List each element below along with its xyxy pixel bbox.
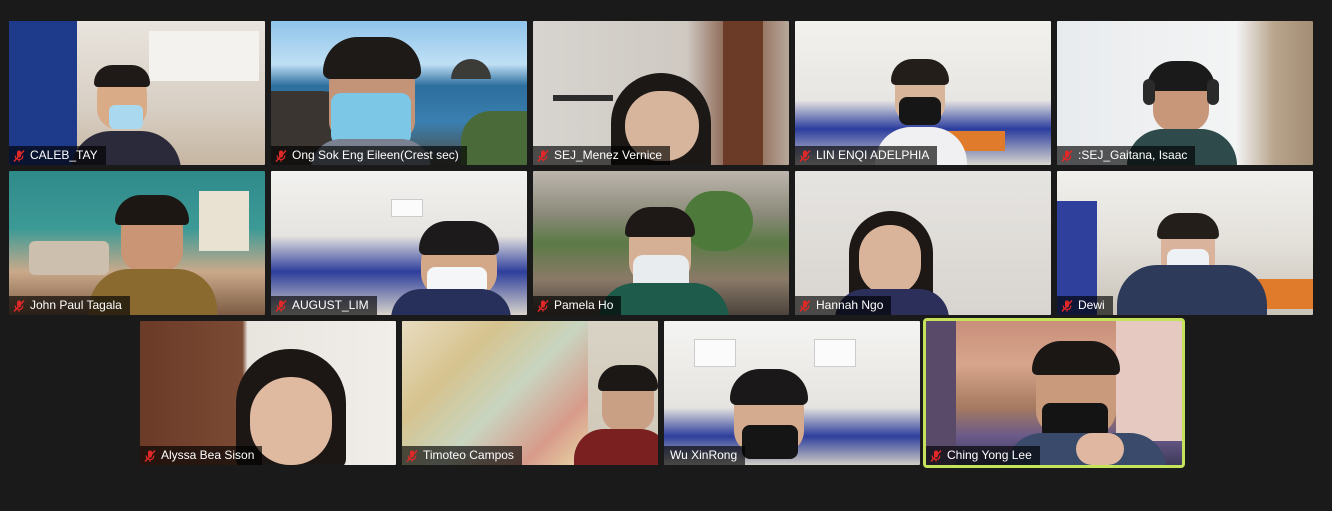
video-feed [271,171,527,315]
video-tile-hannah-ngo[interactable]: Hannah Ngo [795,171,1051,315]
participant-name: LIN ENQI ADELPHIA [816,148,930,162]
participant-name-tag: John Paul Tagala [9,296,130,315]
participant-name: John Paul Tagala [30,298,122,312]
microphone-muted-icon [798,299,812,313]
video-tile-sej-menez-vernice[interactable]: SEJ_Menez Vernice [533,21,789,165]
video-tile-timoteo-campos[interactable]: Timoteo Campos [402,321,658,465]
video-feed [795,21,1051,165]
microphone-muted-icon [405,449,419,463]
microphone-muted-icon [143,449,157,463]
participant-name-tag: SEJ_Menez Vernice [533,146,671,165]
video-tile-august-lim[interactable]: AUGUST_LIM [271,171,527,315]
video-feed [140,321,396,465]
participant-name: :SEJ_Gaitana, Isaac [1078,148,1188,162]
video-feed [926,321,1182,465]
video-feed [533,171,789,315]
participant-name-tag: Timoteo Campos [402,446,522,465]
video-tile-john-paul-tagala[interactable]: John Paul Tagala [9,171,265,315]
participant-name: Wu XinRong [670,448,738,462]
participant-name: Hannah Ngo [816,298,884,312]
participant-name: SEJ_Menez Vernice [554,148,663,162]
participant-name-tag: Ching Yong Lee [926,446,1040,465]
participant-name: CALEB_TAY [30,148,98,162]
video-tile-alyssa-bea-sison[interactable]: Alyssa Bea Sison [140,321,396,465]
microphone-muted-icon [274,299,288,313]
microphone-muted-icon [12,299,26,313]
video-tile-wu-xinrong[interactable]: Wu XinRong [664,321,920,465]
video-feed [402,321,658,465]
video-tile-sej-gaitana-isaac[interactable]: :SEJ_Gaitana, Isaac [1057,21,1313,165]
participant-name-tag: Hannah Ngo [795,296,892,315]
participant-name-tag: Ong Sok Eng Eileen(Crest sec) [271,146,467,165]
participant-name-tag: CALEB_TAY [9,146,106,165]
participant-name: Timoteo Campos [423,448,514,462]
video-tile-ong-sok-eng-eileen[interactable]: Ong Sok Eng Eileen(Crest sec) [271,21,527,165]
video-feed [795,171,1051,315]
microphone-muted-icon [12,149,26,163]
microphone-muted-icon [1060,149,1074,163]
participant-name: AUGUST_LIM [292,298,369,312]
video-tile-lin-enqi-adelphia[interactable]: LIN ENQI ADELPHIA [795,21,1051,165]
participant-name: Ching Yong Lee [947,448,1032,462]
microphone-muted-icon [929,449,943,463]
participant-name-tag: :SEJ_Gaitana, Isaac [1057,146,1196,165]
microphone-muted-icon [1060,299,1074,313]
video-tile-pamela-ho[interactable]: Pamela Ho [533,171,789,315]
microphone-muted-icon [798,149,812,163]
microphone-muted-icon [536,149,550,163]
video-feed [533,21,789,165]
video-feed [271,21,527,165]
video-tile-caleb-tay[interactable]: CALEB_TAY [9,21,265,165]
video-feed [9,21,265,165]
participant-name-tag: LIN ENQI ADELPHIA [795,146,938,165]
video-feed [1057,21,1313,165]
participant-name: Pamela Ho [554,298,614,312]
video-tile-ching-yong-lee[interactable]: Ching Yong Lee [923,318,1185,468]
video-tile-dewi[interactable]: Dewi [1057,171,1313,315]
microphone-muted-icon [536,299,550,313]
video-feed [1057,171,1313,315]
microphone-muted-icon [274,149,288,163]
participant-name-tag: AUGUST_LIM [271,296,377,315]
participant-name: Dewi [1078,298,1105,312]
participant-name-tag: Dewi [1057,296,1113,315]
participant-name: Alyssa Bea Sison [161,448,255,462]
participant-name: Ong Sok Eng Eileen(Crest sec) [292,148,459,162]
participant-name-tag: Alyssa Bea Sison [140,446,263,465]
video-feed [9,171,265,315]
video-feed [664,321,920,465]
participant-name-tag: Wu XinRong [664,446,746,465]
participant-name-tag: Pamela Ho [533,296,622,315]
